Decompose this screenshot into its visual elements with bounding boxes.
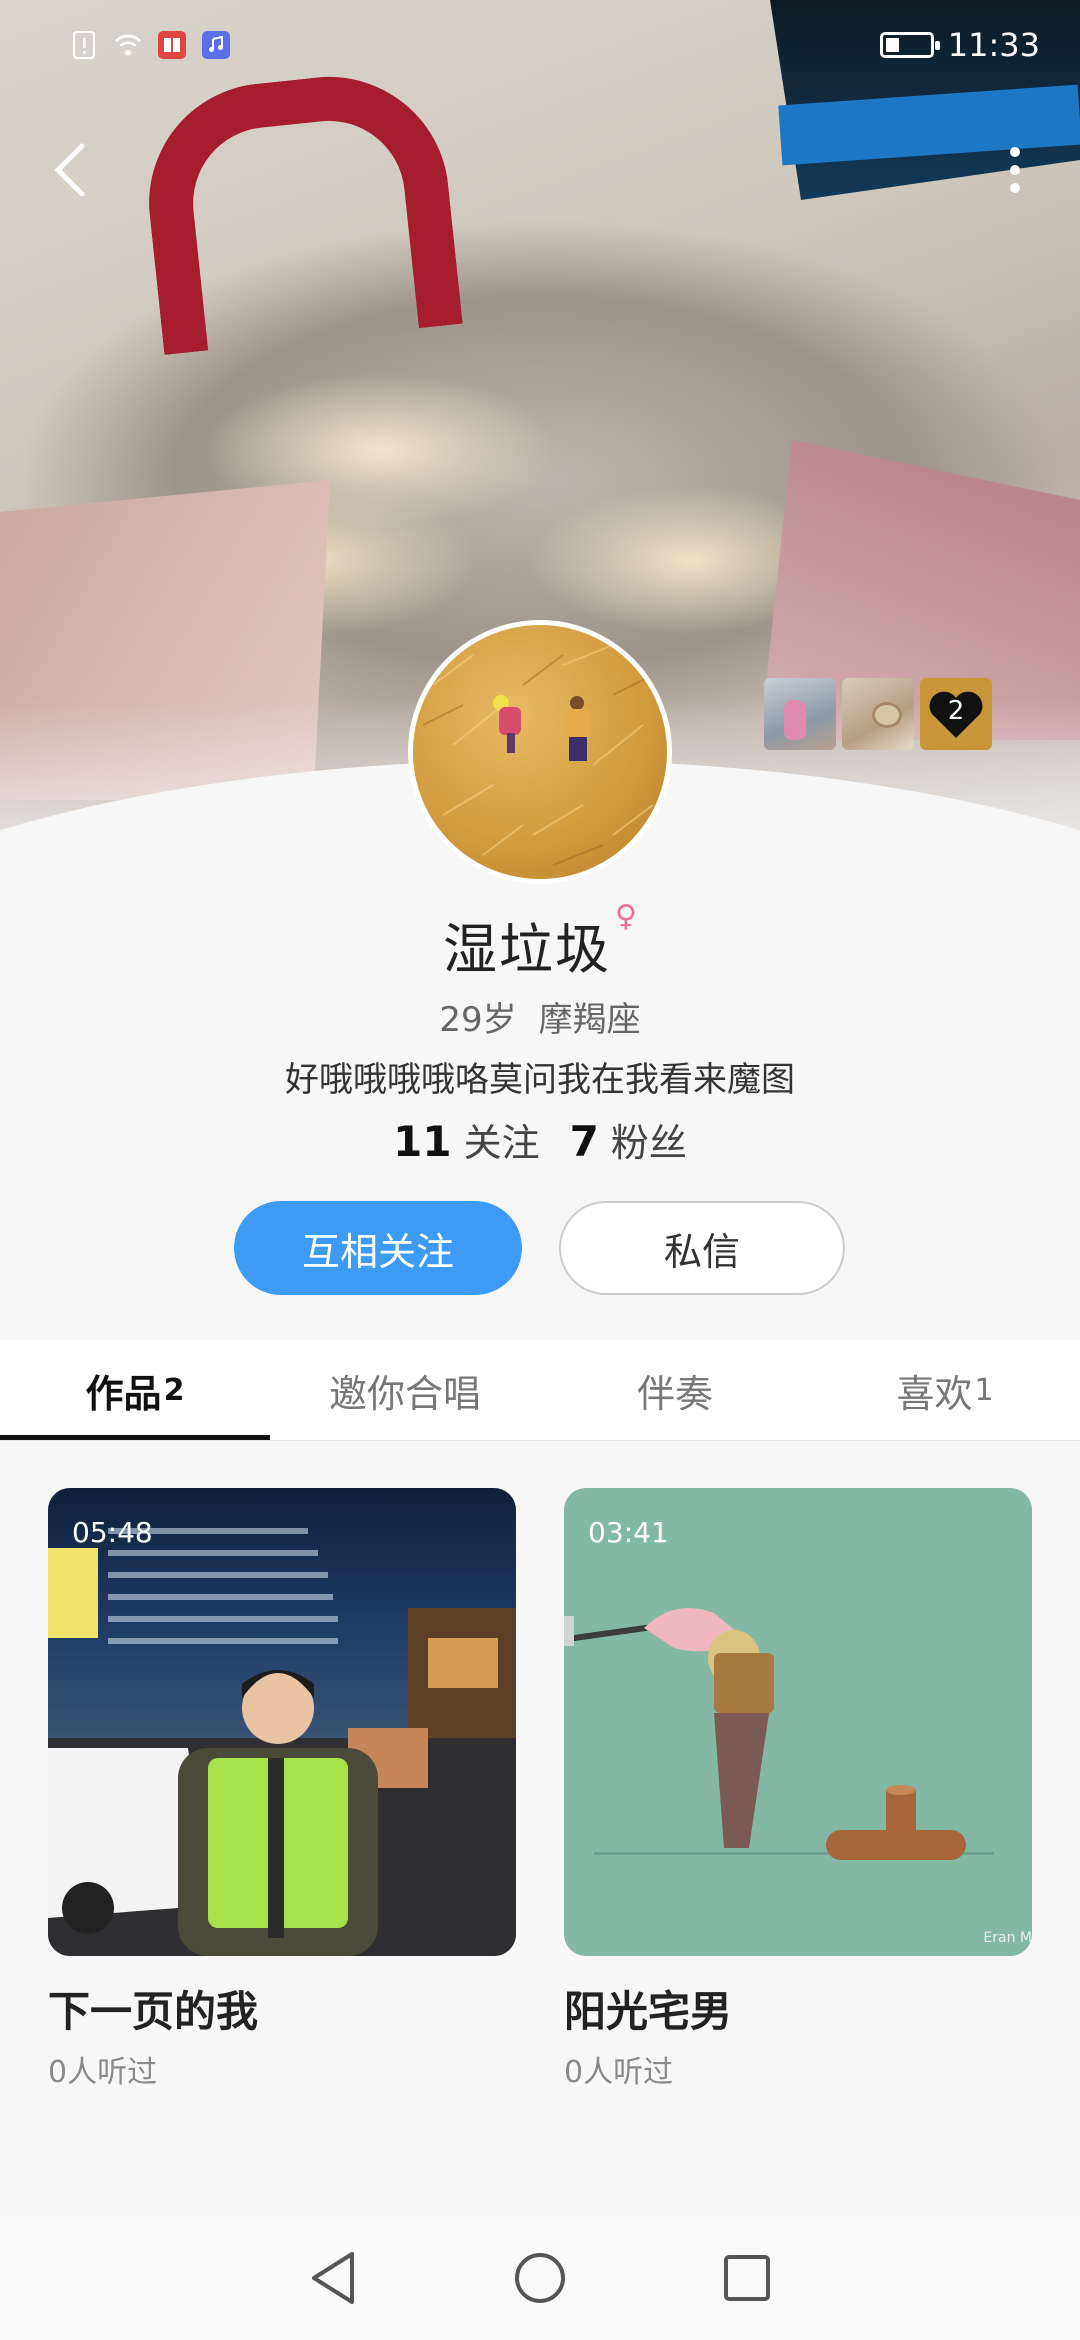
- zodiac: 摩羯座: [538, 1000, 641, 1040]
- visitor-thumbnail[interactable]: [764, 678, 836, 750]
- music-app-icon: [202, 31, 230, 59]
- bio: 好哦哦哦哦咯莫问我在我看来魔图: [285, 1060, 795, 1100]
- following-stat[interactable]: 11 关注: [393, 1112, 539, 1167]
- following-count: 11: [393, 1117, 452, 1166]
- more-options-button[interactable]: [990, 130, 1040, 210]
- book-app-icon: [158, 31, 186, 59]
- followers-count: 7: [569, 1117, 599, 1166]
- system-nav-bar: [0, 2215, 1080, 2340]
- follow-stats: 11 关注 7 粉丝: [0, 1112, 1080, 1167]
- sim-alert-icon: [70, 31, 98, 59]
- tab-accompaniment[interactable]: 伴奏: [540, 1340, 810, 1440]
- nav-home-button[interactable]: [505, 2243, 575, 2313]
- tab-duet-invites[interactable]: 邀你合唱: [270, 1340, 540, 1440]
- battery-icon: [879, 32, 940, 58]
- work-title[interactable]: 阳光宅男: [564, 1978, 1032, 2039]
- nav-back-button[interactable]: [298, 2243, 368, 2313]
- profile-tabs: 作品 2 邀你合唱 伴奏 喜欢 1: [0, 1340, 1080, 1440]
- name-row: 湿垃圾 ♀: [0, 899, 1080, 984]
- avatar[interactable]: [408, 620, 672, 884]
- image-credit: Eran M: [983, 1930, 1032, 1946]
- work-duration: 03:41: [588, 1516, 669, 1549]
- work-title[interactable]: 下一页的我: [48, 1978, 516, 2039]
- nav-recents-button[interactable]: [712, 2243, 782, 2313]
- work-cover-image[interactable]: 03:41 Eran M: [564, 1488, 1032, 1956]
- work-card[interactable]: 03:41 Eran M 阳光宅男 0人听过: [564, 1488, 1032, 2091]
- age-zodiac-row: 29岁 摩羯座: [0, 992, 1080, 1041]
- work-listen-count: 0人听过: [48, 2055, 158, 2090]
- wifi-icon: [114, 31, 142, 59]
- chevron-left-icon: [54, 143, 85, 197]
- age: 29岁: [439, 1000, 517, 1040]
- recents-square-icon: [723, 2254, 770, 2301]
- more-dot-icon: [1010, 147, 1020, 157]
- following-label: 关注: [463, 1121, 540, 1165]
- tab-works[interactable]: 作品 2: [0, 1340, 270, 1440]
- mutual-follow-button[interactable]: 互相关注: [234, 1201, 522, 1295]
- work-duration: 05:48: [72, 1516, 153, 1549]
- followers-stat[interactable]: 7 粉丝: [570, 1112, 687, 1167]
- followers-label: 粉丝: [610, 1121, 687, 1165]
- tab-likes[interactable]: 喜欢 1: [810, 1340, 1080, 1440]
- back-triangle-icon: [312, 2251, 355, 2304]
- nickname: 湿垃圾: [443, 918, 611, 981]
- visitor-thumbnail[interactable]: [842, 678, 914, 750]
- work-card[interactable]: 05:48 下一页的我 0人听过: [48, 1488, 516, 2091]
- recent-visitors[interactable]: 2: [764, 678, 992, 750]
- private-message-button[interactable]: 私信: [559, 1201, 845, 1295]
- status-bar: 11:33: [0, 0, 1080, 90]
- work-listen-count: 0人听过: [564, 2055, 674, 2090]
- work-cover-image[interactable]: 05:48: [48, 1488, 516, 1956]
- profile-screen: 11:33 2 湿垃圾 ♀ 29岁 摩羯座 好哦哦哦哦咯莫问我在我看来魔图 11…: [0, 0, 1080, 2340]
- home-circle-icon: [514, 2252, 565, 2303]
- female-gender-icon: ♀: [615, 899, 637, 934]
- visitor-count-badge[interactable]: 2: [920, 678, 992, 750]
- back-button[interactable]: [40, 130, 100, 210]
- visitor-count: 2: [947, 696, 965, 726]
- status-time: 11:33: [947, 26, 1040, 64]
